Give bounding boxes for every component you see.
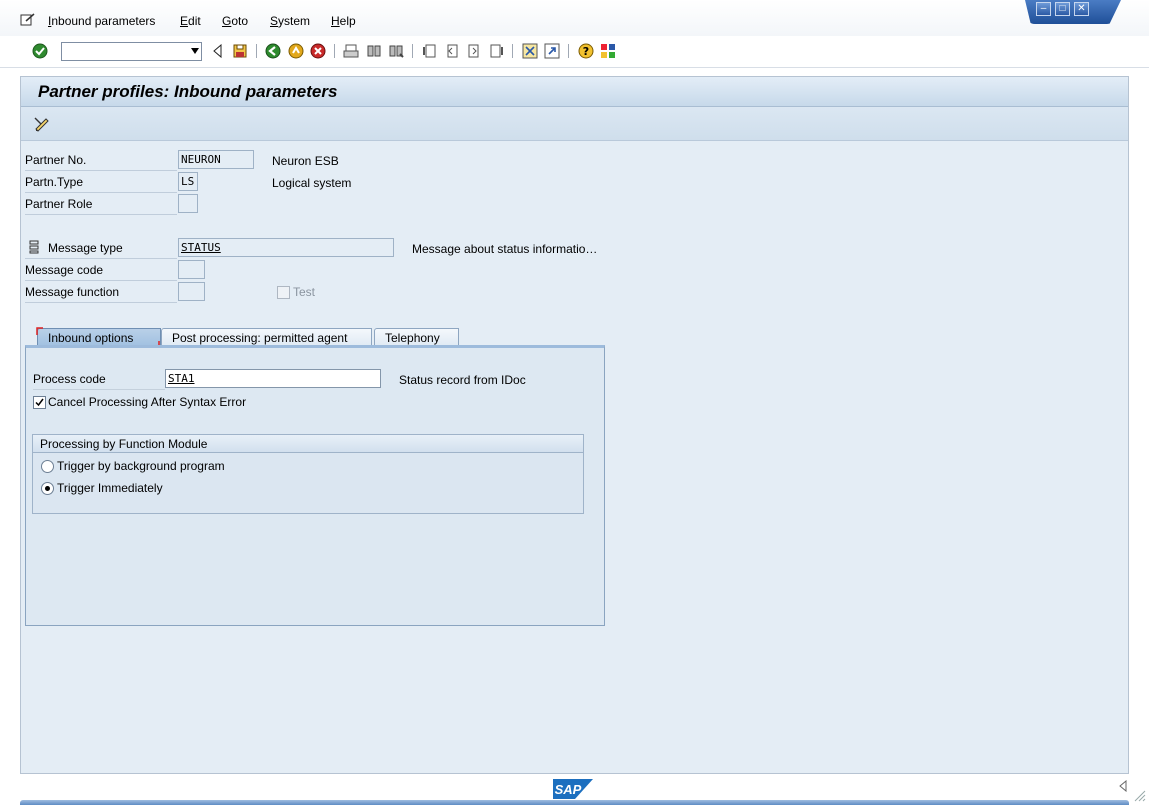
cancel-processing-checkbox[interactable] xyxy=(33,396,46,409)
trigger-background-label: Trigger by background program xyxy=(57,459,225,473)
cancel-processing-label: Cancel Processing After Syntax Error xyxy=(48,395,247,409)
toolbar-separator xyxy=(568,44,569,58)
function-module-group: Processing by Function Module Trigger by… xyxy=(32,434,584,514)
message-type-description: Message about status informatio… xyxy=(412,242,598,256)
print-icon[interactable] xyxy=(343,43,359,59)
cancel-icon[interactable] xyxy=(310,43,326,59)
layout-menu-icon[interactable] xyxy=(600,43,616,59)
test-checkbox[interactable] xyxy=(277,286,290,299)
process-code-description: Status record from IDoc xyxy=(399,373,526,387)
main-screen: Partner profiles: Inbound parameters Par… xyxy=(20,76,1129,774)
toolbar-separator xyxy=(334,44,335,58)
radio-selected-dot xyxy=(45,486,50,491)
inbound-options-panel: Process code STA1 Status record from IDo… xyxy=(25,345,605,626)
save-icon[interactable] xyxy=(232,43,248,59)
partner-type-label: Partn.Type xyxy=(25,171,177,193)
status-bar: SAP xyxy=(0,774,1149,805)
menu-icon[interactable] xyxy=(20,13,36,27)
message-code-label: Message code xyxy=(25,259,177,281)
partner-no-label: Partner No. xyxy=(25,149,177,171)
help-icon[interactable]: ? xyxy=(578,43,594,59)
menu-system[interactable]: System xyxy=(270,14,310,28)
menu-edit[interactable]: Edit xyxy=(180,14,201,28)
partner-role-label: Partner Role xyxy=(25,193,177,215)
exit-icon[interactable] xyxy=(288,43,304,59)
title-bar: Partner profiles: Inbound parameters xyxy=(21,77,1128,107)
menu-bar: Inbound parameters Edit Goto System Help xyxy=(0,0,1149,36)
window-controls: – □ ✕ xyxy=(1025,0,1121,24)
message-type-label: Message type xyxy=(25,237,177,259)
menu-help[interactable]: Help xyxy=(331,14,356,28)
maximize-button[interactable]: □ xyxy=(1055,2,1070,16)
find-next-icon[interactable] xyxy=(388,43,404,59)
trigger-immediately-radio[interactable] xyxy=(41,482,54,495)
minimize-button[interactable]: – xyxy=(1036,2,1051,16)
status-line xyxy=(20,800,1129,805)
application-toolbar xyxy=(21,107,1128,141)
next-page-icon[interactable] xyxy=(466,43,482,59)
last-page-icon[interactable] xyxy=(488,43,504,59)
toolbar-separator xyxy=(412,44,413,58)
enter-check-icon[interactable] xyxy=(32,43,48,59)
test-label: Test xyxy=(293,285,316,299)
previous-page-icon[interactable] xyxy=(444,43,460,59)
back-icon[interactable] xyxy=(265,43,281,59)
partner-type-description: Logical system xyxy=(272,176,352,190)
menu-inbound-parameters[interactable]: Inbound parameters xyxy=(48,14,155,28)
sap-logo-text: SAP xyxy=(555,782,582,797)
partner-no-description: Neuron ESB xyxy=(272,154,339,168)
create-session-icon[interactable] xyxy=(522,43,538,59)
sap-logo-icon: SAP xyxy=(553,779,593,799)
partner-role-field[interactable] xyxy=(178,194,198,213)
command-field[interactable] xyxy=(61,42,202,61)
find-icon[interactable] xyxy=(366,43,382,59)
message-function-label: Message function xyxy=(25,281,177,303)
partner-type-field[interactable]: LS xyxy=(178,172,198,191)
shortcut-icon[interactable] xyxy=(544,43,560,59)
message-function-field[interactable] xyxy=(178,282,205,301)
chevron-down-icon[interactable] xyxy=(191,48,199,54)
toolbar-separator xyxy=(512,44,513,58)
process-code-label: Process code xyxy=(33,368,165,390)
page-title: Partner profiles: Inbound parameters xyxy=(38,82,338,101)
message-type-field[interactable]: STATUS xyxy=(178,238,394,257)
checkmark-icon xyxy=(35,398,44,407)
process-code-input[interactable]: STA1 xyxy=(165,369,381,388)
trigger-background-radio[interactable] xyxy=(41,460,54,473)
svg-text:?: ? xyxy=(583,45,589,58)
trigger-immediately-label: Trigger Immediately xyxy=(57,481,163,495)
group-header: Processing by Function Module xyxy=(33,435,583,453)
message-code-field[interactable] xyxy=(178,260,205,279)
resize-grip-icon[interactable] xyxy=(1132,788,1146,802)
toolbar-separator xyxy=(256,44,257,58)
first-page-icon[interactable] xyxy=(422,43,438,59)
display-change-icon[interactable] xyxy=(33,115,51,133)
standard-toolbar: ? xyxy=(0,36,1149,68)
status-expand-icon[interactable] xyxy=(1118,780,1128,792)
menu-goto[interactable]: Goto xyxy=(222,14,248,28)
close-window-button[interactable]: ✕ xyxy=(1074,2,1089,16)
partner-no-field[interactable]: NEURON xyxy=(178,150,254,169)
collapse-left-icon[interactable] xyxy=(210,43,226,59)
group-title: Processing by Function Module xyxy=(40,437,208,451)
